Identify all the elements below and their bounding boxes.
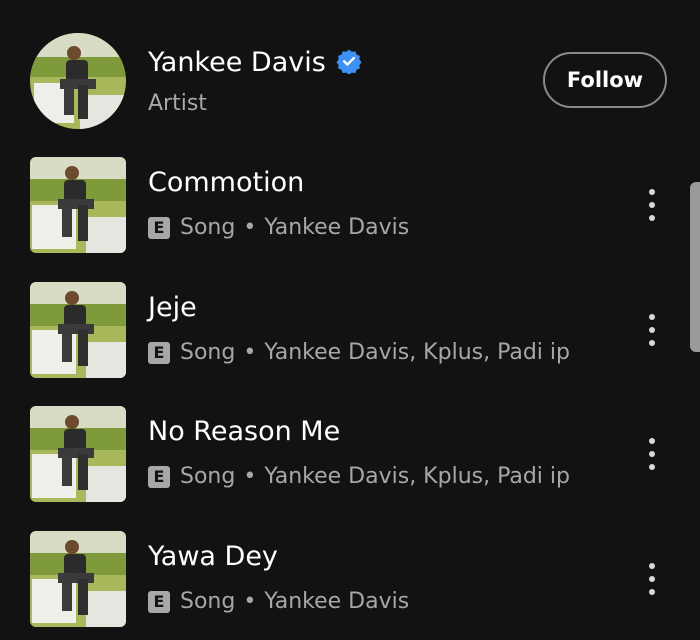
- song-artwork: [30, 406, 126, 502]
- verified-badge-icon: [336, 49, 362, 74]
- song-row-yawa-dey[interactable]: Yawa Dey E Song • Yankee Davis: [0, 531, 700, 627]
- song-artists: Yankee Davis, Kplus, Padi ip: [264, 464, 570, 489]
- song-kind: Song: [180, 340, 236, 365]
- song-artwork: [30, 531, 126, 627]
- artist-name-line: Yankee Davis: [148, 45, 362, 81]
- song-title: Commotion: [148, 167, 305, 198]
- song-meta: E Song • Yankee Davis: [148, 587, 409, 617]
- song-row-no-reason-me[interactable]: No Reason Me E Song • Yankee Davis, Kplu…: [0, 406, 700, 502]
- explicit-badge: E: [148, 342, 170, 364]
- song-title: No Reason Me: [148, 416, 341, 447]
- more-options-icon[interactable]: [636, 183, 668, 227]
- separator-dot: •: [243, 215, 257, 240]
- song-artists: Yankee Davis: [264, 589, 410, 614]
- song-kind: Song: [180, 589, 236, 614]
- explicit-badge: E: [148, 217, 170, 239]
- song-artwork: [30, 282, 126, 378]
- artist-name: Yankee Davis: [148, 47, 326, 78]
- separator-dot: •: [243, 340, 257, 365]
- song-title: Yawa Dey: [148, 541, 278, 572]
- scrollbar[interactable]: [690, 182, 700, 352]
- song-meta: E Song • Yankee Davis, Kplus, Padi ip: [148, 338, 570, 368]
- explicit-badge: E: [148, 591, 170, 613]
- separator-dot: •: [243, 464, 257, 489]
- explicit-badge: E: [148, 466, 170, 488]
- song-meta: E Song • Yankee Davis: [148, 213, 409, 243]
- follow-button[interactable]: Follow: [543, 52, 667, 108]
- song-meta: E Song • Yankee Davis, Kplus, Padi ip: [148, 462, 570, 492]
- song-title: Jeje: [148, 292, 197, 323]
- song-kind: Song: [180, 215, 236, 240]
- artist-type-label: Artist: [148, 91, 207, 116]
- song-artists: Yankee Davis: [264, 215, 410, 240]
- song-kind: Song: [180, 464, 236, 489]
- more-options-icon[interactable]: [636, 557, 668, 601]
- song-artists: Yankee Davis, Kplus, Padi ip: [264, 340, 570, 365]
- artist-avatar: [30, 33, 126, 129]
- separator-dot: •: [243, 589, 257, 614]
- more-options-icon[interactable]: [636, 308, 668, 352]
- more-options-icon[interactable]: [636, 432, 668, 476]
- song-row-commotion[interactable]: Commotion E Song • Yankee Davis: [0, 157, 700, 253]
- song-row-jeje[interactable]: Jeje E Song • Yankee Davis, Kplus, Padi …: [0, 282, 700, 378]
- song-artwork: [30, 157, 126, 253]
